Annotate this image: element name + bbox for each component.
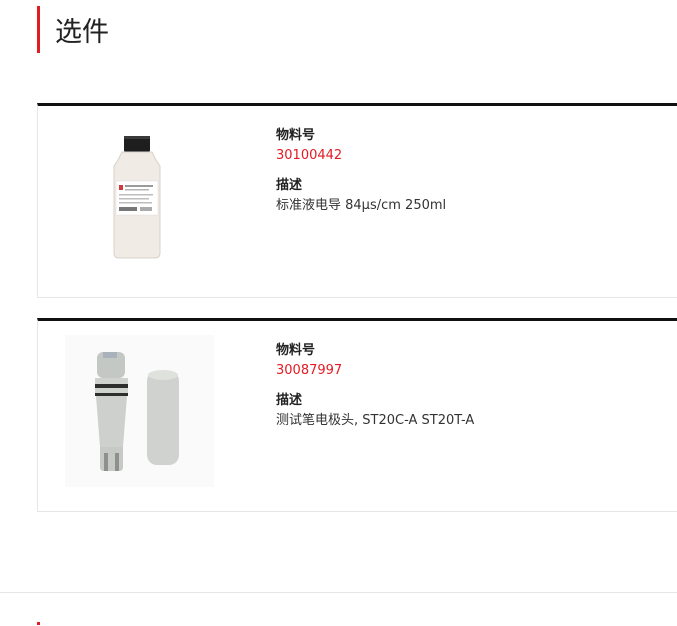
product-card[interactable]: 物料号 30087997 描述 测试笔电极头, ST20C-A ST20T-A (37, 318, 677, 512)
product-info: 物料号 30100442 描述 标准液电导 84μs/cm 250ml (276, 126, 446, 216)
section-title: 选件 (37, 6, 109, 53)
description-label: 描述 (276, 393, 303, 408)
accent-mark (37, 622, 40, 625)
part-number[interactable]: 30087997 (276, 361, 474, 381)
product-info: 物料号 30087997 描述 测试笔电极头, ST20C-A ST20T-A (276, 341, 474, 431)
description: 标准液电导 84μs/cm 250ml (276, 198, 447, 213)
part-number[interactable]: 30100442 (276, 146, 446, 166)
part-number-label: 物料号 (276, 343, 316, 358)
product-card[interactable]: 物料号 30100442 描述 标准液电导 84μs/cm 250ml (37, 103, 677, 298)
description-label: 描述 (276, 178, 303, 193)
electrode-image (65, 335, 214, 487)
bottle-image (113, 136, 161, 259)
part-number-label: 物料号 (276, 128, 316, 143)
description: 测试笔电极头, ST20C-A ST20T-A (276, 413, 475, 428)
footer-divider (0, 592, 677, 593)
